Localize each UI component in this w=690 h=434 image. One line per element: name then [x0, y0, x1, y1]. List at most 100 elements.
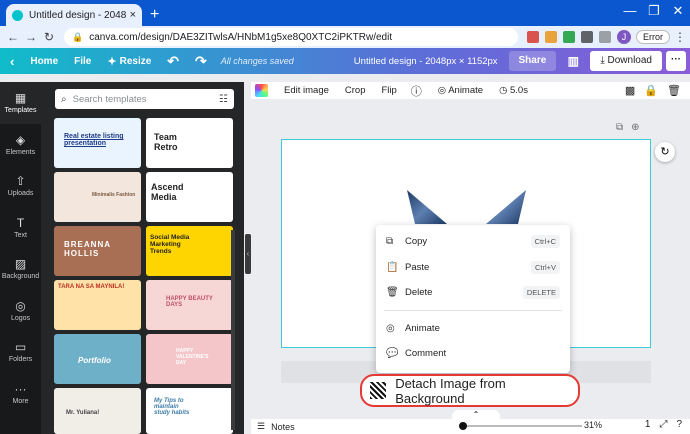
logos-icon: ◎ [15, 298, 26, 313]
menu-item-comment[interactable]: 💬 Comment [376, 342, 570, 364]
extension-icon[interactable] [563, 31, 575, 43]
panel-collapse-handle[interactable]: ‹ [245, 234, 251, 274]
rail-item-templates[interactable]: ▦ Templates [0, 82, 41, 124]
notes-icon[interactable]: ☰ [257, 421, 265, 432]
extension-icon[interactable] [527, 31, 539, 43]
zoom-level[interactable]: 31% [584, 420, 602, 430]
crop-button[interactable]: Crop [345, 85, 366, 96]
shortcut-badge: DELETE [522, 285, 560, 299]
template-thumbnail[interactable]: Portfolio [54, 334, 141, 384]
browser-menu-icon[interactable]: ⋮ [674, 30, 686, 44]
notes-button[interactable]: Notes [271, 422, 295, 432]
search-templates-input[interactable]: ⌕ Search templates ☷ [55, 89, 234, 109]
profile-avatar[interactable]: J [617, 30, 631, 44]
transparency-icon[interactable]: ▩ [625, 84, 635, 97]
animate-button[interactable]: ◎ Animate [438, 85, 483, 96]
background-icon: ▨ [14, 257, 27, 272]
edit-image-button[interactable]: Edit image [284, 85, 329, 96]
status-icons: 1 ⤢ ? [636, 419, 682, 430]
template-thumbnail[interactable]: BREANNA HOLLIS [54, 226, 141, 276]
panel-scrollbar[interactable] [231, 230, 235, 430]
menu-item-copy[interactable]: ⧉ Copy Ctrl+C [376, 230, 570, 252]
add-page-icon[interactable]: ⊕ [631, 122, 639, 133]
menu-item-delete[interactable]: 🗑 Delete DELETE [376, 281, 570, 303]
template-thumbnail[interactable]: Social Media Marketing Trends [146, 226, 233, 276]
maximize-icon[interactable]: ❐ [642, 0, 666, 26]
lock-position-icon[interactable]: 🔒 [644, 84, 658, 97]
menu-item-label: Paste [405, 261, 430, 273]
template-title: Minimalis Fashion [92, 192, 136, 198]
resize-button[interactable]: ✦ Resize [107, 55, 151, 68]
download-button[interactable]: ⤓ Download [590, 51, 662, 71]
duration-button[interactable]: ◷ 5.0s [499, 85, 528, 96]
new-tab-button[interactable]: + [150, 4, 159, 26]
share-button[interactable]: Share [508, 51, 557, 71]
info-icon[interactable]: ⓘ [411, 83, 422, 99]
reload-icon[interactable]: ↻ [40, 30, 58, 44]
menu-item-animate[interactable]: ◎ Animate [376, 317, 570, 339]
rail-item-text[interactable]: T Text [0, 207, 41, 249]
file-menu-button[interactable]: File [74, 56, 91, 67]
more-icon: ··· [14, 381, 27, 396]
sidebar-icon[interactable] [599, 31, 611, 43]
page-count-icon[interactable]: 1 [645, 419, 651, 430]
redo-icon[interactable]: ↷ [195, 53, 207, 70]
color-picker-icon[interactable] [255, 84, 268, 97]
url-field[interactable]: 🔒 canva.com/design/DAE3ZITwlsA/HNbM1g5xe… [64, 28, 518, 46]
address-bar: ← → ↻ 🔒 canva.com/design/DAE3ZITwlsA/HNb… [0, 26, 690, 48]
edit-toolbar: Edit image Crop Flip ⓘ ◎ Animate ◷ 5.0s … [251, 82, 690, 99]
template-thumbnail[interactable]: Ascend Media [146, 172, 233, 222]
document-title[interactable]: Untitled design - 2048px × 1152px [354, 56, 498, 67]
error-pill[interactable]: Error [636, 30, 670, 44]
template-thumbnail[interactable]: My Tips to maintain study habits [146, 388, 233, 434]
template-thumbnail[interactable]: Real estate listing presentation [54, 118, 141, 168]
template-thumbnail[interactable]: Minimalis Fashion [54, 172, 141, 222]
template-thumbnail[interactable]: HAPPY VALENTINE'S DAY [146, 334, 233, 384]
detach-pattern-icon [370, 382, 387, 399]
chevron-left-icon[interactable]: ‹ [10, 54, 14, 69]
template-title: TARA NA SA MAYNILA! [58, 284, 125, 290]
rail-item-logos[interactable]: ◎ Logos [0, 290, 41, 332]
tab-close-icon[interactable]: × [130, 9, 136, 21]
rail-item-folders[interactable]: ▭ Folders [0, 331, 41, 373]
menu-item-paste[interactable]: 📋 Paste Ctrl+V [376, 256, 570, 278]
rail-item-background[interactable]: ▨ Background [0, 248, 41, 290]
browser-tab[interactable]: Untitled design - 2048 × 1152px × [6, 4, 142, 26]
rail-item-more[interactable]: ··· More [0, 373, 41, 415]
trash-icon[interactable]: 🗑 [667, 84, 681, 97]
zoom-slider[interactable] [462, 425, 582, 427]
window-close-icon[interactable]: ✕ [666, 0, 690, 26]
filter-icon[interactable]: ☷ [219, 94, 228, 105]
copy-icon: ⧉ [386, 235, 394, 247]
template-thumbnail[interactable]: Team Retro [146, 118, 233, 168]
undo-icon[interactable]: ↶ [167, 53, 179, 70]
back-arrow-icon[interactable]: ← [4, 30, 22, 44]
toolbar-right-icons: ▩ 🔒 🗑 [625, 84, 690, 97]
animate-icon: ◎ [437, 85, 449, 96]
rotate-icon[interactable]: ↻ [655, 142, 675, 162]
page-actions: ⧉ ⊕ [616, 122, 648, 133]
fullscreen-icon[interactable]: ⤢ [659, 419, 667, 430]
duplicate-page-icon[interactable]: ⧉ [616, 122, 623, 133]
rail-item-elements[interactable]: ◈ Elements [0, 124, 41, 166]
puzzle-icon[interactable] [581, 31, 593, 43]
rail-item-uploads[interactable]: ⇧ Uploads [0, 165, 41, 207]
template-thumbnail[interactable]: Mr. Yuliana! [54, 388, 141, 434]
home-button[interactable]: Home [30, 56, 58, 67]
shortcut-badge: Ctrl+C [530, 234, 560, 248]
rail-label: Uploads [7, 190, 34, 198]
template-thumbnail[interactable]: HAPPY BEAUTY DAYS [146, 280, 233, 330]
detach-image-button[interactable]: Detach Image from Background [360, 374, 580, 407]
extension-icon[interactable] [545, 31, 557, 43]
flip-button[interactable]: Flip [381, 85, 396, 96]
minimize-icon[interactable]: — [618, 0, 642, 26]
more-options-button[interactable]: ··· [666, 51, 686, 71]
template-thumbnail[interactable]: TARA NA SA MAYNILA! [54, 280, 141, 330]
forward-arrow-icon[interactable]: → [22, 30, 40, 44]
help-icon[interactable]: ? [676, 419, 682, 430]
save-status: All changes saved [220, 56, 294, 66]
insights-chart-icon[interactable]: ▥ [562, 51, 584, 71]
rail-label: Folders [8, 356, 33, 364]
zoom-slider-knob[interactable] [459, 422, 467, 430]
rail-label: More [12, 397, 29, 405]
